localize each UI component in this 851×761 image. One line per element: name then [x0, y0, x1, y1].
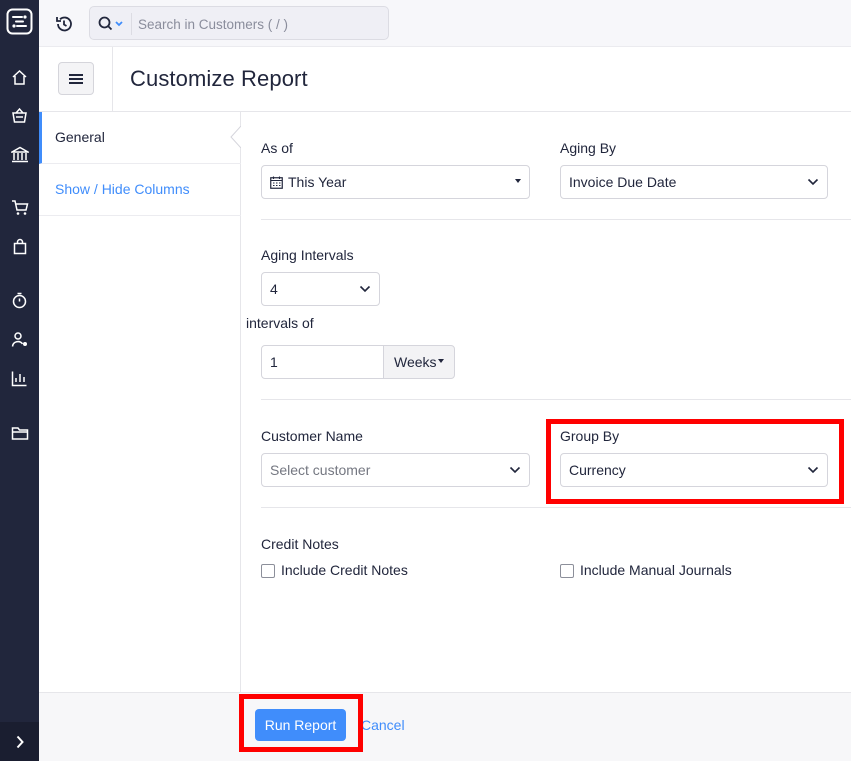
aging-intervals-value: 4	[270, 281, 278, 297]
app-logo-icon[interactable]	[6, 8, 33, 35]
include-credit-notes-label[interactable]: Include Credit Notes	[281, 562, 408, 578]
group-by-highlight	[546, 419, 844, 504]
credit-notes-label: Credit Notes	[261, 536, 339, 552]
hamburger-icon	[69, 73, 83, 84]
page-header: Customize Report	[39, 47, 851, 112]
chevron-down-icon	[509, 466, 521, 474]
interval-length-value: 1	[270, 354, 278, 370]
run-report-highlight	[239, 694, 363, 752]
items-icon[interactable]	[10, 106, 29, 125]
aging-intervals-select[interactable]: 4	[261, 272, 380, 306]
divider	[261, 507, 851, 508]
search-icon[interactable]	[98, 16, 128, 32]
intervals-of-label: intervals of	[246, 315, 314, 331]
aging-by-select[interactable]: Invoice Due Date	[560, 165, 828, 199]
purchases-bag-icon[interactable]	[10, 237, 29, 256]
customer-name-placeholder: Select customer	[270, 462, 371, 478]
caret-down-icon	[438, 359, 444, 363]
search-box[interactable]	[89, 6, 389, 40]
include-manual-journals-label[interactable]: Include Manual Journals	[580, 562, 732, 578]
caret-down-icon	[515, 179, 521, 183]
documents-folder-icon[interactable]	[10, 423, 29, 442]
search-input[interactable]	[138, 14, 378, 34]
as-of-value: This Year	[288, 174, 347, 190]
header-divider	[112, 47, 113, 112]
include-credit-notes-checkbox[interactable]	[261, 564, 275, 578]
chevron-down-icon	[359, 285, 371, 293]
chevron-right-icon	[16, 735, 24, 748]
customer-name-label: Customer Name	[261, 428, 363, 444]
aging-by-value: Invoice Due Date	[569, 174, 677, 190]
report-form: As of This Year Aging By Invoice Due Dat…	[241, 112, 851, 692]
hamburger-menu-button[interactable]	[58, 62, 94, 95]
aging-intervals-label: Aging Intervals	[261, 247, 354, 263]
divider	[261, 219, 851, 220]
user-settings-icon[interactable]	[10, 330, 29, 349]
nav-item-general[interactable]: General	[39, 112, 241, 164]
as-of-dropdown[interactable]: This Year	[261, 165, 530, 199]
calendar-icon	[270, 176, 283, 189]
interval-unit-value: Weeks	[394, 354, 437, 370]
nav-item-show-hide-columns[interactable]: Show / Hide Columns	[39, 164, 241, 216]
reports-chart-icon[interactable]	[10, 369, 29, 388]
as-of-label: As of	[261, 140, 293, 156]
interval-length-input[interactable]: 1	[261, 345, 384, 379]
sales-cart-icon[interactable]	[10, 198, 29, 217]
home-icon[interactable]	[10, 68, 29, 87]
divider	[261, 399, 851, 400]
banking-icon[interactable]	[10, 145, 29, 164]
customer-name-select[interactable]: Select customer	[261, 453, 530, 487]
page-title: Customize Report	[130, 66, 308, 91]
app-sidebar	[0, 0, 39, 761]
active-nav-caret	[230, 126, 241, 148]
time-tracking-icon[interactable]	[10, 291, 29, 310]
chevron-down-icon	[807, 178, 819, 186]
cancel-link[interactable]: Cancel	[361, 717, 405, 733]
form-footer: Run Report Cancel	[39, 692, 851, 761]
expand-sidebar-button[interactable]	[0, 722, 39, 761]
recent-history-icon[interactable]	[54, 14, 74, 34]
settings-nav: General Show / Hide Columns	[39, 112, 241, 692]
interval-unit-dropdown[interactable]: Weeks	[383, 345, 455, 379]
top-bar	[39, 0, 851, 47]
search-divider	[131, 13, 132, 35]
aging-by-label: Aging By	[560, 140, 617, 156]
include-manual-journals-checkbox[interactable]	[560, 564, 574, 578]
